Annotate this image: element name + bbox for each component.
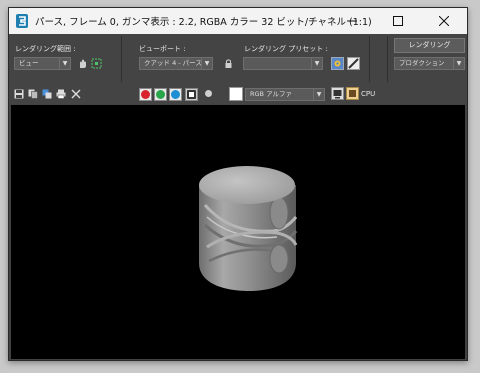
render-button[interactable]: レンダリング: [394, 38, 465, 53]
blue-channel-toggle[interactable]: [169, 88, 182, 101]
render-viewport: [11, 105, 465, 359]
chevron-down-icon: ▼: [59, 58, 70, 69]
copy-image-icon[interactable]: [28, 89, 38, 99]
title-bar: パース, フレーム 0, ガンマ表示 : 2.2, RGBA カラー 32 ビッ…: [9, 8, 467, 34]
render-frame-window: パース, フレーム 0, ガンマ表示 : 2.2, RGBA カラー 32 ビッ…: [8, 7, 468, 361]
monochrome-icon[interactable]: [205, 90, 212, 97]
lock-icon[interactable]: [223, 58, 234, 69]
alpha-channel-icon: [187, 90, 196, 99]
print-icon[interactable]: [56, 89, 66, 99]
red-channel-toggle[interactable]: [139, 88, 152, 101]
close-icon: [439, 16, 449, 26]
green-channel-toggle[interactable]: [154, 88, 167, 101]
chevron-down-icon: ▼: [201, 58, 212, 69]
render-area-value: ビュー: [19, 59, 39, 67]
region-select-icon[interactable]: [91, 58, 102, 69]
render-area-label: レンダリング範囲 :: [15, 45, 76, 53]
clone-frame-icon[interactable]: [42, 89, 52, 99]
maximize-icon: [393, 16, 403, 26]
render-view-icon[interactable]: [346, 87, 359, 100]
clear-icon[interactable]: [71, 89, 81, 99]
render-preset-label: レンダリング プリセット :: [244, 45, 328, 53]
chevron-down-icon: ▼: [311, 58, 322, 69]
production-dropdown[interactable]: プロダクション ▼: [394, 57, 465, 70]
minimize-icon: [347, 20, 357, 22]
render-preset-dropdown[interactable]: ▼: [243, 57, 323, 70]
chevron-down-icon: ▼: [453, 58, 464, 69]
production-value: プロダクション: [399, 59, 445, 67]
render-area-dropdown[interactable]: ビュー ▼: [14, 57, 71, 70]
viewport-dropdown[interactable]: クアッド 4 - パース ▼: [139, 57, 213, 70]
display-channel-dropdown[interactable]: RGB アルファ ▼: [245, 88, 325, 101]
display-toggle-icon[interactable]: [331, 87, 344, 100]
save-icon[interactable]: [14, 89, 24, 99]
cpu-label: CPU: [361, 90, 376, 98]
green-channel-icon: [156, 90, 165, 99]
minimize-button[interactable]: [329, 8, 375, 34]
chevron-down-icon: ▼: [313, 89, 324, 100]
separator: [369, 36, 370, 82]
viewport-value: クアッド 4 - パース: [144, 59, 202, 67]
alpha-channel-toggle[interactable]: [185, 88, 198, 101]
display-channel-value: RGB アルファ: [250, 90, 293, 98]
separator: [121, 36, 122, 82]
auto-region-icon[interactable]: [77, 58, 88, 69]
environment-effects-icon[interactable]: [347, 57, 360, 70]
background-color-swatch[interactable]: [229, 87, 243, 101]
render-settings-toolbar: レンダリング範囲 : ビュー ▼ ビューポート : クアッド 4 - パース ▼…: [9, 34, 467, 84]
viewport-label: ビューポート :: [139, 45, 186, 53]
rendered-cylinder-image: [199, 166, 298, 291]
render-button-label: レンダリング: [408, 41, 451, 49]
maximize-button[interactable]: [375, 8, 421, 34]
window-title: パース, フレーム 0, ガンマ表示 : 2.2, RGBA カラー 32 ビッ…: [35, 17, 372, 28]
close-button[interactable]: [421, 8, 467, 34]
blue-channel-icon: [171, 90, 180, 99]
app-icon: [16, 14, 28, 28]
image-toolbar: RGB アルファ ▼ CPU: [9, 84, 467, 104]
render-setup-icon[interactable]: [331, 57, 344, 70]
red-channel-icon: [141, 90, 150, 99]
separator: [387, 36, 388, 82]
